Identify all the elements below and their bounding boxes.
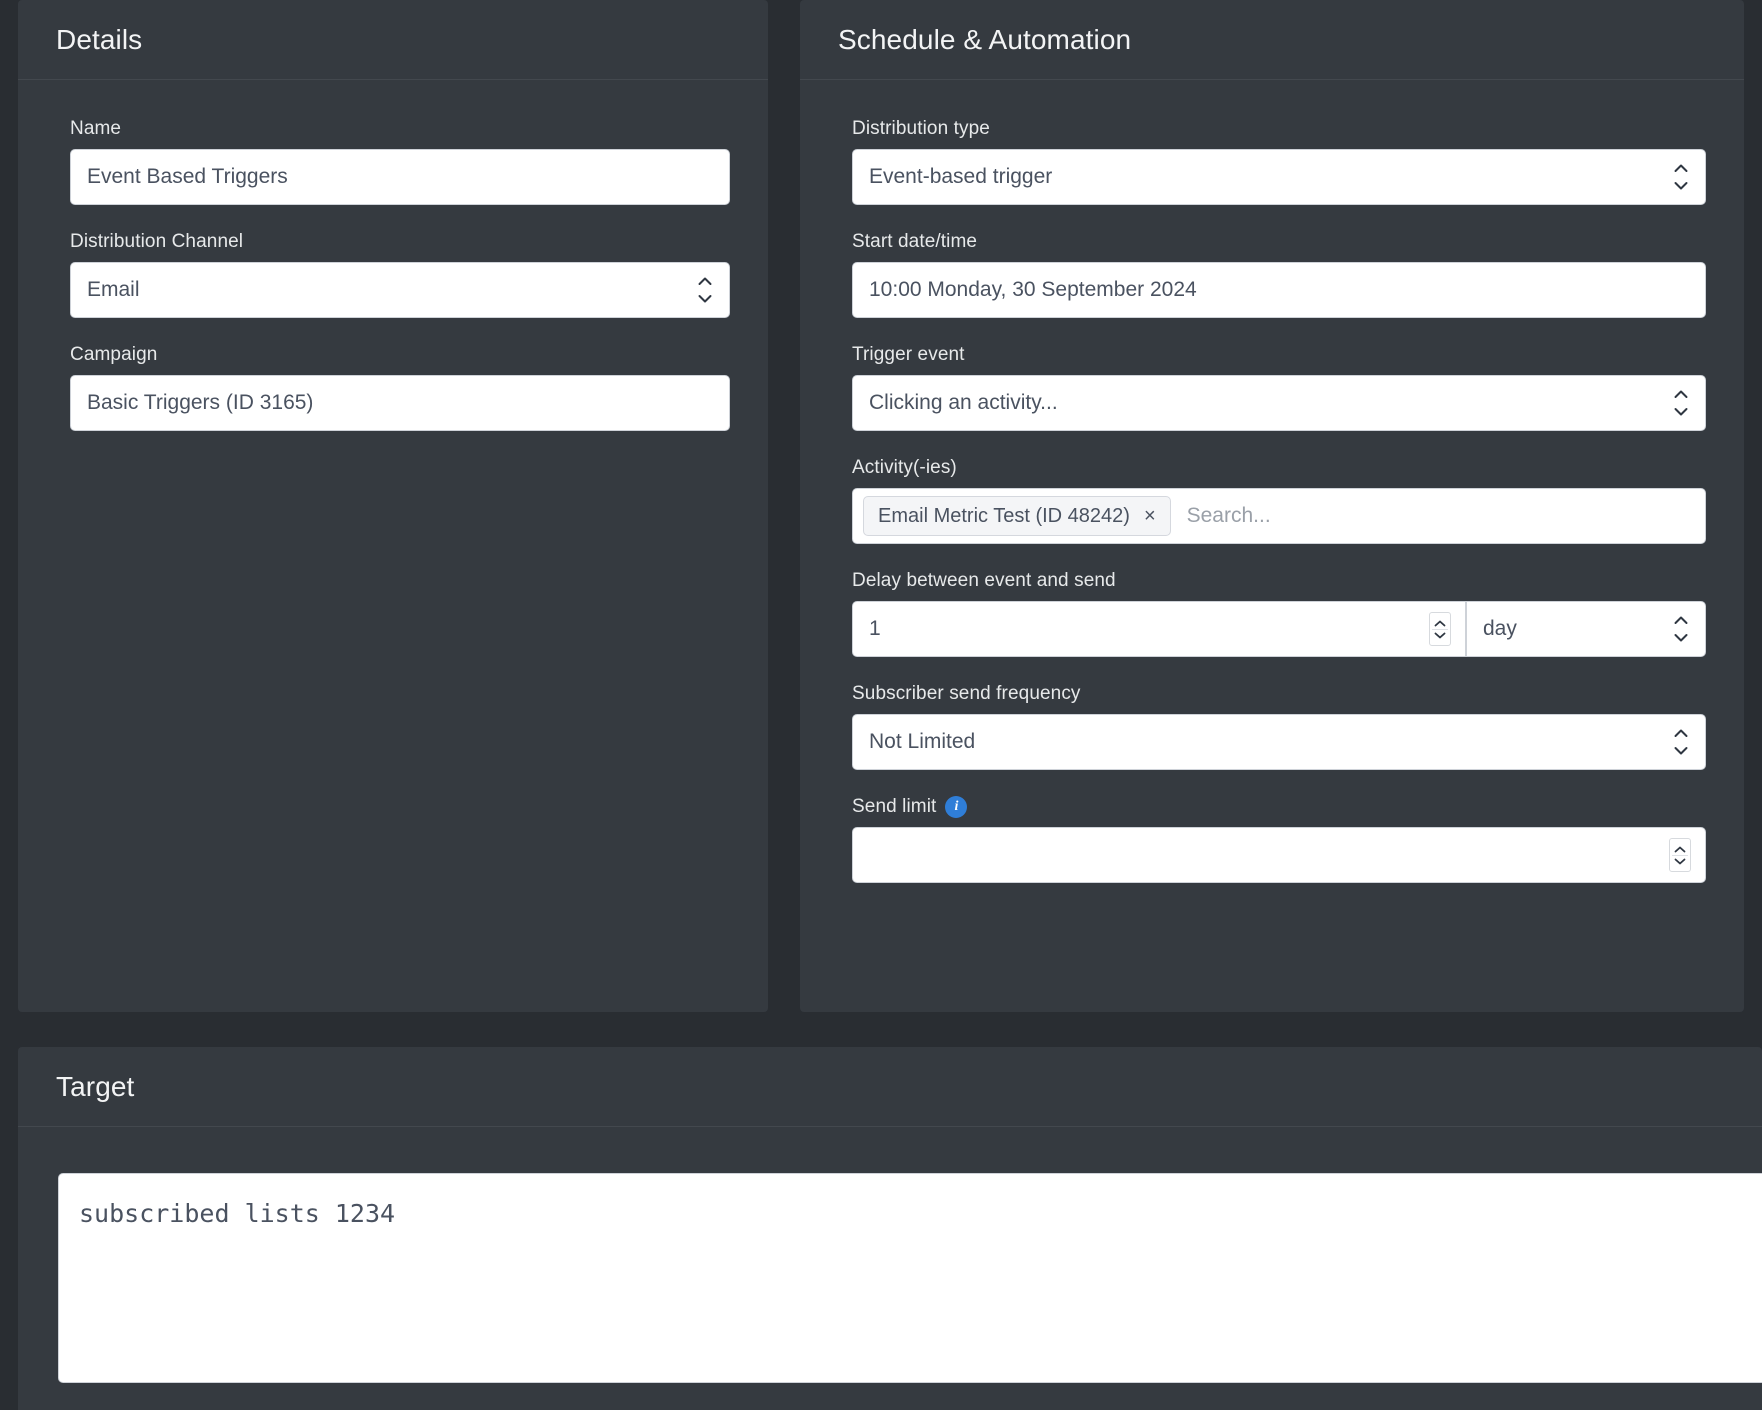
details-panel-body: Name Event Based Triggers Distribution C… [18,80,768,471]
info-icon[interactable]: i [945,796,968,818]
delay-row: 1 day [852,601,1706,657]
delay-number-value: 1 [869,617,881,640]
name-input[interactable]: Event Based Triggers [70,149,730,205]
field-delay: Delay between event and send 1 day [852,570,1706,657]
chevron-updown-icon [1674,616,1688,642]
field-trigger-event: Trigger event Clicking an activity... [852,344,1706,431]
name-label: Name [70,118,122,139]
delay-unit-value: day [1483,617,1517,640]
trigger-event-value: Clicking an activity... [869,391,1058,414]
target-panel-header: Target [18,1047,1762,1127]
field-distribution-type: Distribution type Event-based trigger [852,118,1706,205]
delay-number-input[interactable]: 1 [852,601,1466,657]
field-distribution-channel: Distribution Channel Email [70,231,730,318]
distribution-type-select[interactable]: Event-based trigger [852,149,1706,205]
schedule-panel-header: Schedule & Automation [800,0,1744,80]
distribution-type-label: Distribution type [852,118,990,139]
stepper-divider [1672,854,1688,856]
distribution-channel-label: Distribution Channel [70,231,244,252]
delay-unit-select[interactable]: day [1466,601,1706,657]
trigger-event-select[interactable]: Clicking an activity... [852,375,1706,431]
delay-label: Delay between event and send [852,570,1116,591]
campaign-input[interactable]: Basic Triggers (ID 3165) [70,375,730,431]
target-panel: Target subscribed lists 1234 [18,1047,1762,1410]
send-limit-input[interactable] [852,827,1706,883]
send-frequency-select[interactable]: Not Limited [852,714,1706,770]
details-panel-title: Details [56,23,143,55]
send-limit-stepper[interactable] [1669,838,1691,872]
chevron-updown-icon [1674,390,1688,416]
schedule-panel-title: Schedule & Automation [838,23,1132,55]
details-panel: Details Name Event Based Triggers Distri… [18,0,768,1012]
field-send-frequency: Subscriber send frequency Not Limited [852,683,1706,770]
start-datetime-input[interactable]: 10:00 Monday, 30 September 2024 [852,262,1706,318]
field-send-limit: Send limit i [852,796,1706,883]
campaign-input-value: Basic Triggers (ID 3165) [87,391,314,414]
chevron-updown-icon [698,277,712,303]
stepper-divider [1432,628,1448,630]
distribution-channel-select[interactable]: Email [70,262,730,318]
chevron-updown-icon [1674,729,1688,755]
close-icon[interactable]: × [1142,506,1158,526]
start-datetime-value: 10:00 Monday, 30 September 2024 [869,278,1197,301]
send-frequency-value: Not Limited [869,730,976,753]
send-limit-label-row: Send limit i [852,796,1706,818]
target-panel-title: Target [56,1070,135,1102]
field-campaign: Campaign Basic Triggers (ID 3165) [70,344,730,431]
target-panel-body: subscribed lists 1234 [18,1127,1762,1383]
activities-tag-input[interactable]: Email Metric Test (ID 48242) × Search... [852,488,1706,544]
schedule-panel-body: Distribution type Event-based trigger St… [800,80,1744,923]
field-activities: Activity(-ies) Email Metric Test (ID 482… [852,457,1706,544]
send-frequency-label: Subscriber send frequency [852,683,1081,704]
schedule-automation-panel: Schedule & Automation Distribution type … [800,0,1744,1012]
start-datetime-label: Start date/time [852,231,978,252]
distribution-channel-value: Email [87,278,140,301]
chevron-updown-icon [1674,164,1688,190]
campaign-label: Campaign [70,344,158,365]
activities-search-input[interactable]: Search... [1187,504,1695,528]
activities-label: Activity(-ies) [852,457,957,478]
field-name: Name Event Based Triggers [70,118,730,205]
distribution-type-value: Event-based trigger [869,165,1053,188]
name-input-value: Event Based Triggers [87,165,288,188]
trigger-event-label: Trigger event [852,344,965,365]
details-panel-header: Details [18,0,768,80]
activity-chip[interactable]: Email Metric Test (ID 48242) × [863,496,1171,536]
field-start-datetime: Start date/time 10:00 Monday, 30 Septemb… [852,231,1706,318]
quantity-stepper[interactable] [1429,612,1451,646]
target-query-textarea[interactable]: subscribed lists 1234 [58,1173,1762,1383]
activity-chip-label: Email Metric Test (ID 48242) [878,504,1130,527]
send-limit-label: Send limit [852,796,937,817]
settings-page: Details Name Event Based Triggers Distri… [0,0,1762,1410]
